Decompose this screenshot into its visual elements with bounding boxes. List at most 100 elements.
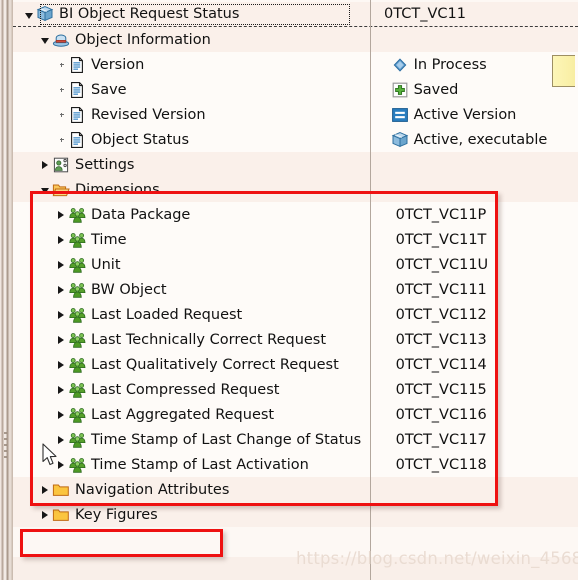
- tree-row[interactable]: BW Object 0TCT_VC111: [13, 277, 578, 302]
- bi-object-editor-window: BI Object Request Status 0TCT_VC11 Object…: [0, 0, 578, 580]
- tree-row-value-cell[interactable]: 0TCT_VC115: [386, 377, 578, 402]
- settings-icon: [52, 156, 70, 174]
- tree-row-label-cell[interactable]: Dimensions: [13, 177, 380, 202]
- tree-row[interactable]: Navigation Attributes: [13, 477, 578, 502]
- tree-row-value-cell[interactable]: 0TCT_VC11: [374, 2, 578, 27]
- tree-row-value-cell[interactable]: 0TCT_VC114: [386, 352, 578, 377]
- tree-row[interactable]: Settings: [13, 152, 578, 177]
- tree-row-value-cell[interactable]: [380, 27, 578, 52]
- tree-row-value-cell[interactable]: In Process: [386, 52, 578, 77]
- expander-collapse-icon[interactable]: [40, 177, 52, 202]
- tree-row-label-cell[interactable]: Version: [13, 52, 386, 77]
- dimension-icon: [68, 281, 86, 299]
- expander-expand-icon[interactable]: [40, 477, 52, 502]
- dimension-icon: [68, 331, 86, 349]
- tree-row-label-cell[interactable]: Last Qualitatively Correct Request: [13, 352, 386, 377]
- tree-row[interactable]: Time 0TCT_VC11T: [13, 227, 578, 252]
- tree-row-value: 0TCT_VC111: [395, 281, 487, 298]
- folder-open-icon: [52, 181, 70, 199]
- tree-row-label-cell[interactable]: Last Technically Correct Request: [13, 327, 386, 352]
- tree-row-label-cell[interactable]: Object Status: [13, 127, 386, 152]
- tree-row-value-cell[interactable]: Active, executable: [386, 127, 578, 152]
- tree-row[interactable]: Key Figures: [13, 502, 578, 527]
- tree-row-label-cell[interactable]: Settings: [13, 152, 380, 177]
- expander-expand-icon[interactable]: [40, 502, 52, 527]
- tree-row-label-cell[interactable]: Time Stamp of Last Change of Status: [13, 427, 386, 452]
- expander-expand-icon[interactable]: [56, 377, 68, 402]
- tree-row-label-cell[interactable]: Last Compressed Request: [13, 377, 386, 402]
- tree-row[interactable]: Revised Version Active Version: [13, 102, 578, 127]
- tree-row-value-cell[interactable]: 0TCT_VC118: [386, 452, 578, 477]
- tree-row-value-cell[interactable]: 0TCT_VC11U: [386, 252, 578, 277]
- tree-row-label: Navigation Attributes: [75, 481, 230, 498]
- tree-row-label-cell[interactable]: Object Information: [13, 27, 380, 52]
- tree-row-label-cell[interactable]: Last Loaded Request: [13, 302, 386, 327]
- tree-row[interactable]: Time Stamp of Last Activation 0TCT_VC118: [13, 452, 578, 477]
- tree-row-label-cell[interactable]: BI Object Request Status: [13, 2, 374, 27]
- tree-row-label-cell[interactable]: BW Object: [13, 277, 386, 302]
- tree-row[interactable]: Last Qualitatively Correct Request 0TCT_V…: [13, 352, 578, 377]
- tree-row-label-cell[interactable]: Time Stamp of Last Activation: [13, 452, 386, 477]
- blue-hat-icon: [52, 31, 70, 49]
- expander-expand-icon[interactable]: [40, 152, 52, 177]
- tree-row-value-cell[interactable]: [380, 152, 578, 177]
- expander-expand-icon[interactable]: [56, 227, 68, 252]
- expander-expand-icon[interactable]: [56, 202, 68, 227]
- expander-collapse-icon[interactable]: [40, 27, 52, 52]
- tree-row[interactable]: Object Information: [13, 27, 578, 52]
- tree-row[interactable]: Save Saved: [13, 77, 578, 102]
- tree-row-value-cell[interactable]: Active Version: [386, 102, 578, 127]
- expander-expand-icon[interactable]: [56, 352, 68, 377]
- tree-row[interactable]: Version In Process: [13, 52, 578, 77]
- expander-expand-icon[interactable]: [56, 327, 68, 352]
- expander-expand-icon[interactable]: [56, 402, 68, 427]
- tree-row-label-cell[interactable]: Time: [13, 227, 386, 252]
- tree-row[interactable]: Last Loaded Request 0TCT_VC112: [13, 302, 578, 327]
- blue-bars-icon: [391, 106, 409, 124]
- column-divider[interactable]: [370, 0, 371, 580]
- tree-row[interactable]: Last Aggregated Request 0TCT_VC116: [13, 402, 578, 427]
- tree-row-label-cell[interactable]: Save: [13, 77, 386, 102]
- tree-row-label-cell[interactable]: Last Aggregated Request: [13, 402, 386, 427]
- tree-row-label: Time: [91, 231, 127, 248]
- tree-row[interactable]: Object Status Active, executable: [13, 127, 578, 152]
- tree-row-value-cell[interactable]: 0TCT_VC11P: [386, 202, 578, 227]
- tree-row-label-cell[interactable]: Unit: [13, 252, 386, 277]
- tree-row[interactable]: BI Object Request Status 0TCT_VC11: [13, 2, 578, 27]
- leaf-marker-icon: [56, 77, 68, 102]
- tree-row-label-cell[interactable]: Revised Version: [13, 102, 386, 127]
- document-icon: [68, 81, 86, 99]
- panel-splitter[interactable]: [0, 0, 13, 580]
- splitter-grip-handle[interactable]: [4, 432, 7, 458]
- tree-row[interactable]: Dimensions: [13, 177, 578, 202]
- expander-expand-icon[interactable]: [56, 302, 68, 327]
- tree-row-value-cell[interactable]: 0TCT_VC116: [386, 402, 578, 427]
- object-tree-panel[interactable]: BI Object Request Status 0TCT_VC11 Object…: [13, 0, 578, 580]
- technical-name-input[interactable]: [552, 55, 575, 87]
- tree-row[interactable]: Time Stamp of Last Change of Status 0TCT_…: [13, 427, 578, 452]
- tree-row-value-cell[interactable]: 0TCT_VC113: [386, 327, 578, 352]
- expander-expand-icon[interactable]: [56, 427, 68, 452]
- tree-row-value: 0TCT_VC118: [395, 456, 487, 473]
- tree-row-value-cell[interactable]: 0TCT_VC11T: [386, 227, 578, 252]
- tree-row-value-cell[interactable]: Saved: [386, 77, 578, 102]
- tree-row[interactable]: Last Compressed Request 0TCT_VC115: [13, 377, 578, 402]
- expander-expand-icon[interactable]: [56, 277, 68, 302]
- expander-collapse-icon[interactable]: [24, 2, 36, 27]
- folder-closed-icon: [52, 506, 70, 524]
- expander-expand-icon[interactable]: [56, 252, 68, 277]
- tree-row-label-cell[interactable]: Data Package: [13, 202, 386, 227]
- tree-row-value-cell[interactable]: 0TCT_VC117: [386, 427, 578, 452]
- blue-cube-icon: [36, 5, 54, 23]
- tree-row-value-cell[interactable]: [380, 477, 578, 502]
- tree-row-label-cell[interactable]: Navigation Attributes: [13, 477, 380, 502]
- tree-row[interactable]: Unit 0TCT_VC11U: [13, 252, 578, 277]
- expander-expand-icon[interactable]: [56, 452, 68, 477]
- tree-row[interactable]: Last Technically Correct Request 0TCT_VC1…: [13, 327, 578, 352]
- tree-row-value-cell[interactable]: [380, 502, 578, 527]
- tree-row-value-cell[interactable]: 0TCT_VC112: [386, 302, 578, 327]
- tree-row-value-cell[interactable]: [380, 177, 578, 202]
- tree-row-value-cell[interactable]: 0TCT_VC111: [386, 277, 578, 302]
- tree-row[interactable]: Data Package 0TCT_VC11P: [13, 202, 578, 227]
- tree-row-label-cell[interactable]: Key Figures: [13, 502, 380, 527]
